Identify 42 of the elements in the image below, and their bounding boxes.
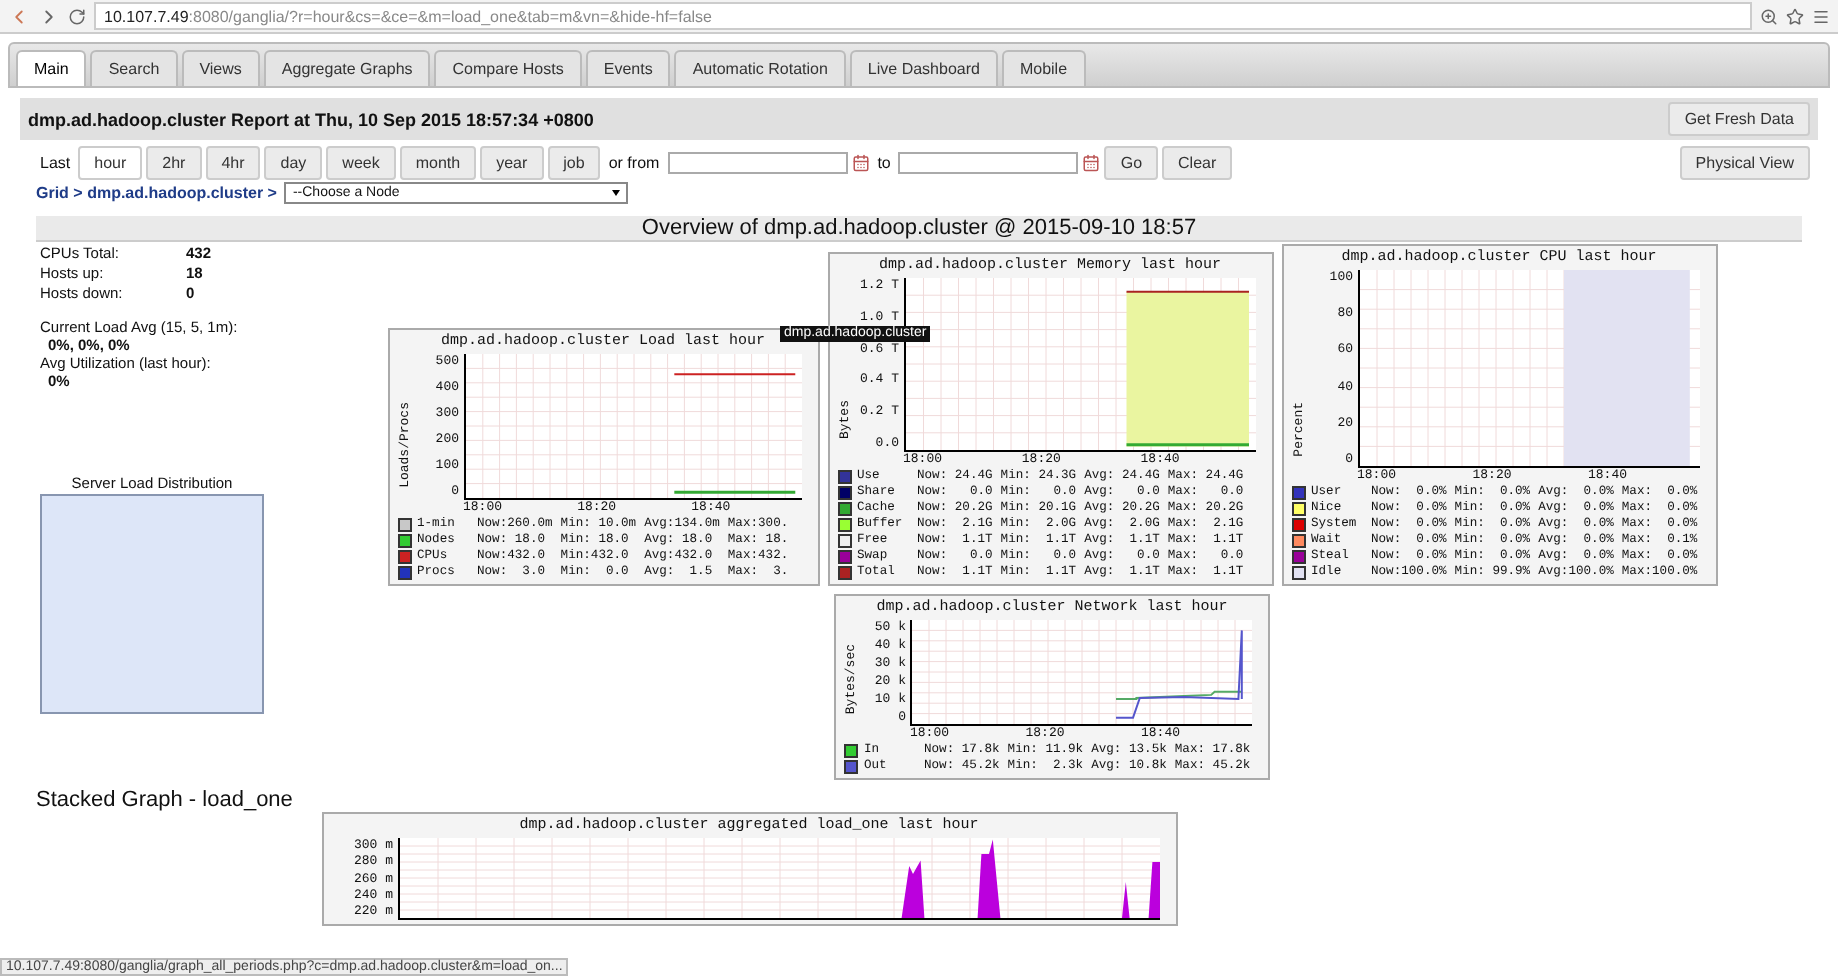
graph-panel[interactable] (1281, 244, 1717, 586)
calendar-icon[interactable] (851, 154, 870, 172)
physical-view-button[interactable]: Physical View (1679, 146, 1810, 180)
tab[interactable]: Main (16, 50, 87, 86)
tab[interactable]: Live Dashboard (849, 50, 998, 86)
address-bar[interactable]: 10.107.7.49:8080/ganglia/?r=hour&cs=&ce=&m=load_one&tab=m&vn=&hide-hf=false (94, 2, 1752, 30)
series-line (1124, 290, 1249, 293)
tab[interactable]: Mobile (1001, 50, 1086, 86)
tab[interactable]: Aggregate Graphs (263, 50, 431, 86)
tab[interactable]: Search (90, 50, 178, 86)
star-icon[interactable] (1786, 7, 1804, 25)
report-title: dmp.ad.hadoop.cluster Report at Thu, 10 Sep 2015 18:57:34 +0800 (28, 109, 594, 129)
date-field[interactable] (898, 152, 1079, 174)
go-button[interactable]: Go (1104, 146, 1159, 180)
series-line (1125, 443, 1248, 447)
section-heading: Stacked Graph - load_one (36, 788, 295, 812)
calendar-icon[interactable] (1082, 154, 1101, 172)
range-button[interactable]: day (264, 146, 323, 180)
range-button[interactable]: hour (78, 146, 143, 180)
tab[interactable]: Events (585, 50, 671, 86)
reload-icon[interactable] (68, 7, 86, 25)
refresh-button[interactable]: Get Fresh Data (1668, 102, 1810, 136)
range-button[interactable]: week (326, 146, 396, 180)
to-label: to (877, 154, 891, 172)
range-button[interactable]: job (547, 146, 601, 180)
range-button[interactable]: 4hr (205, 146, 261, 180)
tab[interactable]: Automatic Rotation (674, 50, 846, 86)
clear-button[interactable]: Clear (1162, 146, 1233, 180)
series-line (673, 490, 795, 494)
menu-icon[interactable] (1812, 7, 1830, 25)
overview-title: Overview of dmp.ad.hadoop.cluster @ 2015-09-10 18:57 (36, 216, 1802, 242)
range-button[interactable]: month (399, 146, 477, 180)
zoom-icon[interactable] (1760, 7, 1778, 25)
from-label: or from (608, 154, 660, 172)
tab[interactable]: Compare Hosts (434, 50, 582, 86)
range-label: Last (40, 154, 71, 172)
range-button[interactable]: 2hr (146, 146, 202, 180)
date-field[interactable] (667, 152, 848, 174)
series-line (672, 373, 796, 376)
range-button[interactable]: year (480, 146, 544, 180)
tab[interactable]: Views (181, 50, 260, 86)
breadcrumb-link[interactable]: Grid > dmp.ad.hadoop.cluster > (36, 184, 277, 202)
